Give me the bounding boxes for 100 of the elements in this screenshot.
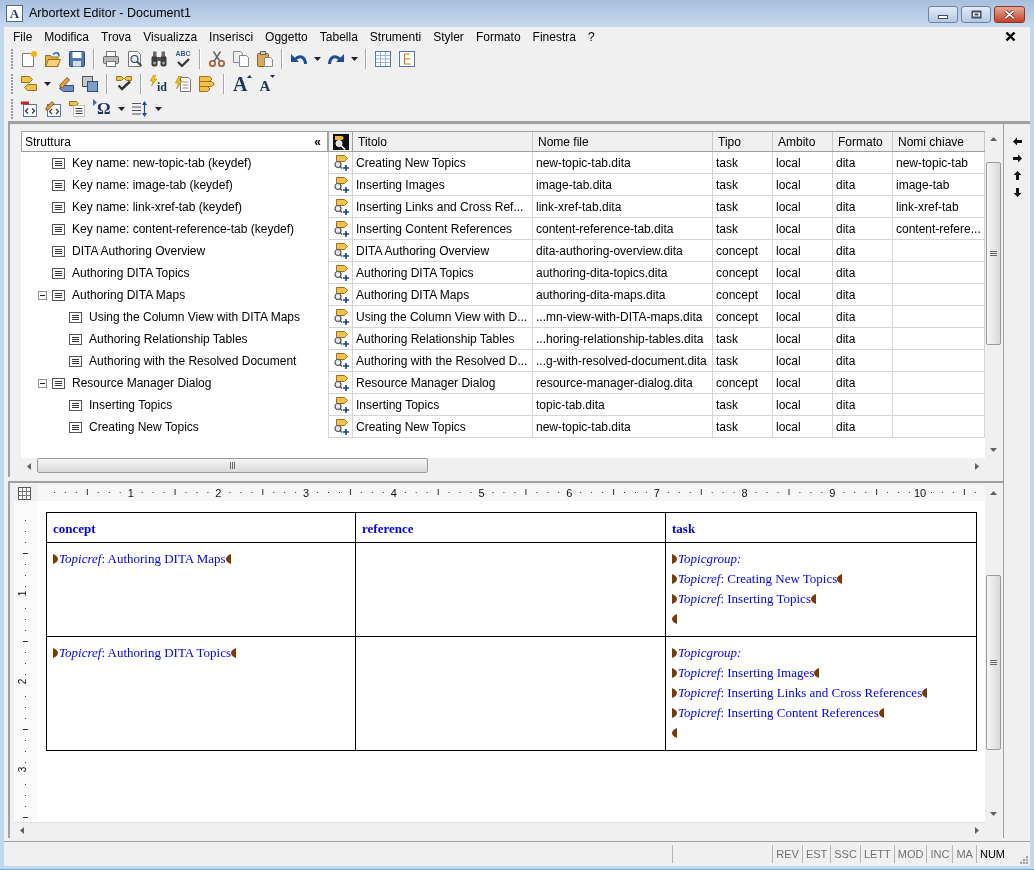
pencil-tag-icon[interactable] <box>58 75 74 92</box>
smaller-font-button[interactable]: A <box>259 73 276 94</box>
dropdown-caret-icon[interactable] <box>314 56 321 61</box>
scrollbar-thumb[interactable] <box>985 575 1001 750</box>
page-magnifier-icon[interactable] <box>127 50 143 67</box>
tree-item[interactable]: Key name: new-topic-tab (keydef) <box>72 154 252 172</box>
scroll-up-icon[interactable] <box>989 491 997 495</box>
column-header[interactable]: Ambito <box>773 132 833 151</box>
table-cell: resource-manager-dialog.dita <box>533 372 713 393</box>
tree-item[interactable]: Using the Column View with DITA Maps <box>89 308 300 326</box>
tree-item[interactable]: Key name: content-reference-tab (keydef) <box>72 220 295 238</box>
dropdown-caret-icon[interactable] <box>154 106 162 111</box>
menu-item[interactable]: File <box>7 28 39 45</box>
copy-icon[interactable] <box>233 50 249 67</box>
dropdown-caret-icon[interactable] <box>351 56 358 61</box>
column-header[interactable]: Nome file <box>533 132 713 151</box>
lightning-id-button[interactable]: id <box>150 74 167 93</box>
dropdown-caret-icon[interactable] <box>117 106 125 111</box>
table-cell: authoring-dita-topics.dita <box>533 262 713 283</box>
scroll-down-icon[interactable] <box>989 448 997 452</box>
start-marker-icon <box>672 594 677 604</box>
tree-item[interactable]: Key name: image-tab (keydef) <box>72 176 233 194</box>
tags-icon[interactable] <box>21 76 37 91</box>
tags-check-icon[interactable] <box>116 76 132 91</box>
arrow-up-icon[interactable] <box>1012 171 1022 180</box>
arrow-down-icon[interactable] <box>1012 188 1022 197</box>
tag-magnifier-icon <box>332 374 349 391</box>
dropdown-caret-icon[interactable] <box>44 81 51 86</box>
maximize-button[interactable] <box>961 6 991 23</box>
code-document-icon[interactable] <box>21 100 37 117</box>
menu-item[interactable]: Oggetto <box>259 28 314 45</box>
tag-magnifier-icon <box>332 198 349 215</box>
redo-icon[interactable] <box>328 53 344 64</box>
menu-item[interactable]: Tabella <box>313 28 364 45</box>
printer-icon[interactable] <box>103 50 119 67</box>
menu-item[interactable]: Trova <box>95 28 138 45</box>
larger-font-button[interactable]: A <box>233 73 253 94</box>
collapse-panel-button[interactable]: « <box>314 135 321 148</box>
scroll-up-icon[interactable] <box>989 137 997 141</box>
tree-item[interactable]: Authoring with the Resolved Document <box>89 352 297 370</box>
resize-grip-icon[interactable] <box>1020 856 1028 864</box>
tree-item[interactable]: DITA Authoring Overview <box>72 242 206 260</box>
open-folder-icon[interactable] <box>45 50 61 67</box>
tree-item[interactable]: Resource Manager Dialog <box>72 374 212 392</box>
menu-item[interactable]: Modifica <box>38 28 96 45</box>
end-marker-icon <box>922 688 928 698</box>
menu-item[interactable]: Finestra <box>526 28 582 45</box>
arrow-left-icon[interactable] <box>1012 137 1022 146</box>
table-grid-icon[interactable] <box>18 486 31 500</box>
tag-magnifier-icon <box>332 418 349 435</box>
table-grid-icon[interactable] <box>375 50 391 67</box>
symbol-button[interactable]: Ω <box>93 98 111 119</box>
scissors-icon[interactable] <box>209 50 225 67</box>
tree-item[interactable]: Authoring DITA Maps <box>72 286 186 304</box>
menu-item[interactable]: Visualizza <box>137 28 204 45</box>
overlapping-squares-icon[interactable] <box>82 75 98 92</box>
tag-list-icon[interactable] <box>69 100 85 117</box>
minimize-button[interactable] <box>928 6 958 23</box>
toolbar-grip[interactable] <box>10 48 13 69</box>
topicref-text: Topicref: Authoring DITA Maps <box>59 550 226 569</box>
menu-item[interactable]: ? <box>581 28 601 45</box>
new-document-icon[interactable] <box>21 50 37 67</box>
tree-panel-icon[interactable] <box>399 50 415 67</box>
scroll-left-icon[interactable] <box>20 827 24 834</box>
scroll-left-icon[interactable] <box>27 462 31 470</box>
tree-item[interactable]: Authoring Relationship Tables <box>89 330 248 348</box>
undo-icon[interactable] <box>291 53 307 64</box>
clipboard-icon[interactable] <box>257 50 273 67</box>
menu-item[interactable]: Styler <box>427 28 470 45</box>
tree-item[interactable]: Creating New Topics <box>89 418 199 436</box>
menu-item[interactable]: Inserisci <box>203 28 260 45</box>
scroll-down-icon[interactable] <box>989 812 997 816</box>
line-spacing-icon[interactable] <box>131 100 148 117</box>
tree-item[interactable]: Key name: link-xref-tab (keydef) <box>72 198 243 216</box>
tree-item[interactable]: Authoring DITA Topics <box>72 264 190 282</box>
column-header[interactable]: Tipo <box>713 132 773 151</box>
collapse-icon[interactable] <box>38 378 47 388</box>
column-header[interactable]: Formato <box>833 132 893 151</box>
scrollbar-thumb[interactable] <box>37 458 428 473</box>
magnifier-icon[interactable] <box>332 133 349 150</box>
lightning-document-icon[interactable] <box>175 75 191 92</box>
scroll-right-icon[interactable] <box>975 462 979 470</box>
close-icon[interactable] <box>1005 31 1016 42</box>
tree-item[interactable]: Inserting Topics <box>89 396 173 414</box>
lightning-icon <box>150 74 157 86</box>
pencil-code-icon[interactable] <box>45 100 61 117</box>
binoculars-icon[interactable] <box>151 50 167 67</box>
menu-item[interactable]: Formato <box>469 28 527 45</box>
table-cell: Inserting Content References <box>353 218 533 239</box>
arrow-right-icon[interactable] <box>1012 154 1022 163</box>
collapse-icon[interactable] <box>38 290 47 300</box>
toolbar-grip[interactable] <box>10 73 13 94</box>
menu-item[interactable]: Strumenti <box>363 28 428 45</box>
column-header[interactable]: Titolo <box>353 132 533 151</box>
toolbar-grip[interactable] <box>10 98 13 119</box>
document-lines-icon <box>52 157 65 169</box>
stacked-tags-icon[interactable] <box>199 75 215 92</box>
close-button[interactable] <box>994 6 1025 23</box>
scrollbar-thumb[interactable] <box>985 162 1001 345</box>
scroll-right-icon[interactable] <box>975 827 979 834</box>
